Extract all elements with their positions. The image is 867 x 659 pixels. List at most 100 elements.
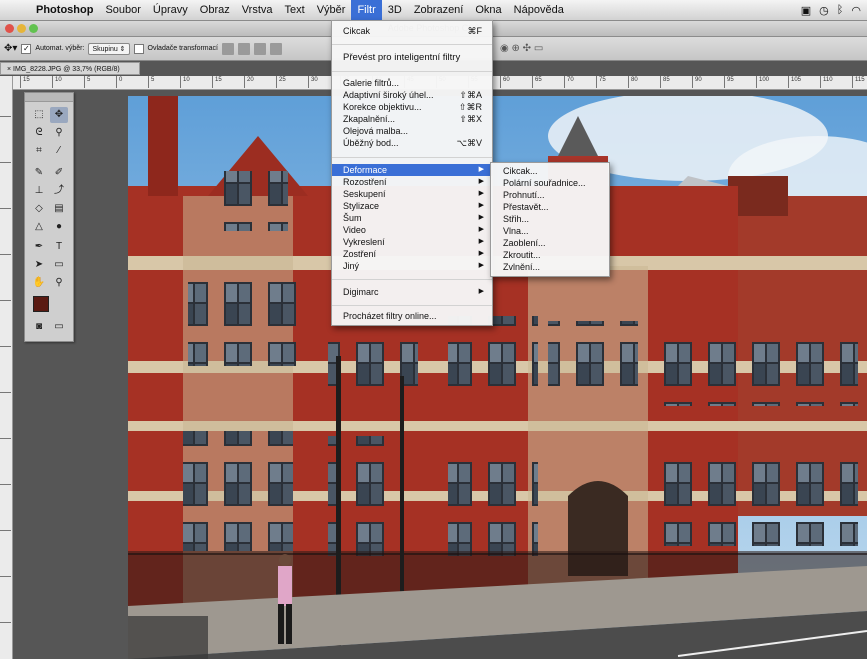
healing-brush-tool-icon[interactable]: ✎: [30, 165, 48, 181]
menu-3d[interactable]: 3D: [382, 0, 408, 20]
clock-icon[interactable]: ◷: [819, 4, 829, 17]
menu-text[interactable]: Text: [279, 0, 311, 20]
close-document-icon[interactable]: ×: [7, 66, 11, 73]
menu-item-deformace[interactable]: Deformace ▶: [332, 164, 492, 176]
eraser-tool-icon[interactable]: ◇: [30, 201, 48, 217]
menu-item-sum[interactable]: Šum ▶: [332, 212, 492, 224]
menu-item-rozostreni[interactable]: Rozostření ▶: [332, 176, 492, 188]
pen-tool-icon[interactable]: ✒: [30, 239, 48, 255]
mac-menubar: Photoshop Soubor Úpravy Obraz Vrstva Tex…: [0, 0, 867, 21]
menu-item-cikcak-last[interactable]: Cikcak ⌘F: [332, 25, 492, 37]
menu-item-vanishing-point[interactable]: Úběžný bod... ⌥⌘V: [332, 137, 492, 149]
submenu-item-polar-coordinates[interactable]: Polární souřadnice...: [503, 178, 586, 189]
submenu-item-wave[interactable]: Vlna...: [503, 226, 529, 237]
menu-item-label: Úběžný bod...: [343, 138, 399, 148]
menu-item-adaptive-wide-angle[interactable]: Adaptivní široký úhel... ⇧⌘A: [332, 89, 492, 101]
menu-zobrazeni[interactable]: Zobrazení: [408, 0, 470, 20]
quick-select-tool-icon[interactable]: ⚲: [50, 125, 68, 141]
menu-item-zostreni[interactable]: Zostření ▶: [332, 248, 492, 260]
align-bottom-icon[interactable]: [253, 42, 266, 55]
blur-tool-icon[interactable]: △: [30, 219, 48, 235]
menu-item-liquify[interactable]: Zkapalnění... ⇧⌘X: [332, 113, 492, 125]
align-middle-icon[interactable]: [237, 42, 250, 55]
menu-okna[interactable]: Okna: [469, 0, 507, 20]
align-left-icon[interactable]: [269, 42, 282, 55]
3d-mode-icons[interactable]: ◉ ⊕ ✣ ▭: [500, 43, 543, 54]
submenu-item-shear[interactable]: Střih...: [503, 214, 529, 225]
auto-select-dropdown[interactable]: Skupinu ⇕: [88, 42, 130, 55]
menu-vyber[interactable]: Výběr: [311, 0, 352, 20]
transform-controls-checkbox[interactable]: [133, 43, 144, 54]
lasso-tool-icon[interactable]: ᘓ: [30, 125, 48, 141]
zoom-tool-icon[interactable]: ⚲: [50, 275, 68, 291]
move-tool-icon[interactable]: ✥▾: [4, 43, 17, 54]
menu-item-browse-online[interactable]: Procházet filtry online...: [332, 310, 492, 322]
display-icon[interactable]: ▣: [801, 4, 811, 17]
move-tool-icon[interactable]: ✥: [50, 107, 68, 123]
menu-obraz[interactable]: Obraz: [194, 0, 236, 20]
type-tool-icon[interactable]: T: [50, 239, 68, 255]
menu-item-label: Vykreslení: [343, 237, 385, 247]
submenu-item-cikcak[interactable]: Cikcak...: [503, 166, 538, 177]
align-top-icon[interactable]: [221, 42, 234, 55]
menu-item-digimarc[interactable]: Digimarc ▶: [332, 286, 492, 298]
submenu-item-spherize[interactable]: Zaoblení...: [503, 238, 546, 249]
auto-select-value: Skupinu: [92, 45, 118, 53]
menu-item-seskupeni[interactable]: Seskupení ▶: [332, 188, 492, 200]
menu-item-filter-gallery[interactable]: Galerie filtrů...: [332, 77, 492, 89]
gradient-tool-icon[interactable]: ▤: [50, 201, 68, 217]
clone-stamp-tool-icon[interactable]: ⊥: [30, 183, 48, 199]
menu-item-oil-paint[interactable]: Olejová malba...: [332, 125, 492, 137]
hand-tool-icon[interactable]: ✋: [30, 275, 48, 291]
menu-item-smart-filters[interactable]: Převést pro inteligentní filtry: [332, 52, 492, 64]
crop-tool-icon[interactable]: ⌗: [30, 143, 48, 159]
menu-item-vykresleni[interactable]: Vykreslení ▶: [332, 236, 492, 248]
zoom-window-icon[interactable]: [29, 24, 38, 33]
ruler-tick: [0, 622, 11, 623]
menu-filtr[interactable]: Filtr: [351, 0, 382, 20]
submenu-item-displace[interactable]: Přestavět...: [503, 202, 549, 213]
submenu-item-ripple[interactable]: Zvlnění...: [503, 262, 540, 273]
menu-item-video[interactable]: Video ▶: [332, 224, 492, 236]
menu-item-label: Korekce objektivu...: [343, 102, 422, 112]
menu-item-stylizace[interactable]: Stylizace ▶: [332, 200, 492, 212]
menu-item-lens-correction[interactable]: Korekce objektivu... ⇧⌘R: [332, 101, 492, 113]
ruler-tick: [0, 484, 11, 485]
menu-item-jiny[interactable]: Jiný ▶: [332, 260, 492, 272]
submenu-item-pinch[interactable]: Prohnutí...: [503, 190, 545, 201]
path-select-tool-icon[interactable]: ➤: [30, 257, 48, 273]
ruler-tick-label: 75: [596, 76, 606, 88]
tools-panel-header[interactable]: [25, 93, 73, 102]
rectangle-tool-icon[interactable]: ▭: [50, 257, 68, 273]
minimize-window-icon[interactable]: [17, 24, 26, 33]
brush-tool-icon[interactable]: ✐: [50, 165, 68, 181]
menu-item-label: Jiný: [343, 261, 360, 271]
menu-separator: [332, 305, 492, 306]
menu-napoveda[interactable]: Nápověda: [508, 0, 570, 20]
dodge-tool-icon[interactable]: ●: [50, 219, 68, 235]
menu-app-photoshop[interactable]: Photoshop: [30, 0, 99, 20]
foreground-color-swatch[interactable]: [33, 296, 49, 312]
ruler-tick-label: 115: [852, 76, 865, 88]
submenu-item-twirl[interactable]: Zkroutit...: [503, 250, 541, 261]
history-brush-tool-icon[interactable]: ⤴: [50, 183, 68, 199]
ruler-tick-label: 15: [20, 76, 30, 88]
marquee-tool-icon[interactable]: ⬚: [30, 107, 48, 123]
bluetooth-icon[interactable]: ᛒ: [837, 4, 844, 17]
menu-item-label: Adaptivní široký úhel...: [343, 90, 434, 100]
menu-vrstva[interactable]: Vrstva: [236, 0, 279, 20]
auto-select-checkbox[interactable]: ✓: [21, 43, 32, 54]
menu-soubor[interactable]: Soubor: [99, 0, 146, 20]
wifi-icon[interactable]: ◠: [851, 4, 861, 17]
document-tab[interactable]: × IMG_8228.JPG @ 33,7% (RGB/8): [0, 62, 140, 75]
quick-mask-icon[interactable]: ◙: [30, 319, 48, 335]
close-window-icon[interactable]: [5, 24, 14, 33]
screen-mode-icon[interactable]: ▭: [50, 319, 68, 335]
eyedropper-tool-icon[interactable]: ⁄: [50, 143, 68, 159]
ruler-tick-label: 15: [212, 76, 222, 88]
menu-separator: [332, 279, 492, 280]
ruler-tick: [0, 208, 11, 209]
ruler-tick-label: 110: [820, 76, 833, 88]
menu-upravy[interactable]: Úpravy: [147, 0, 194, 20]
ruler-tick: [0, 392, 11, 393]
